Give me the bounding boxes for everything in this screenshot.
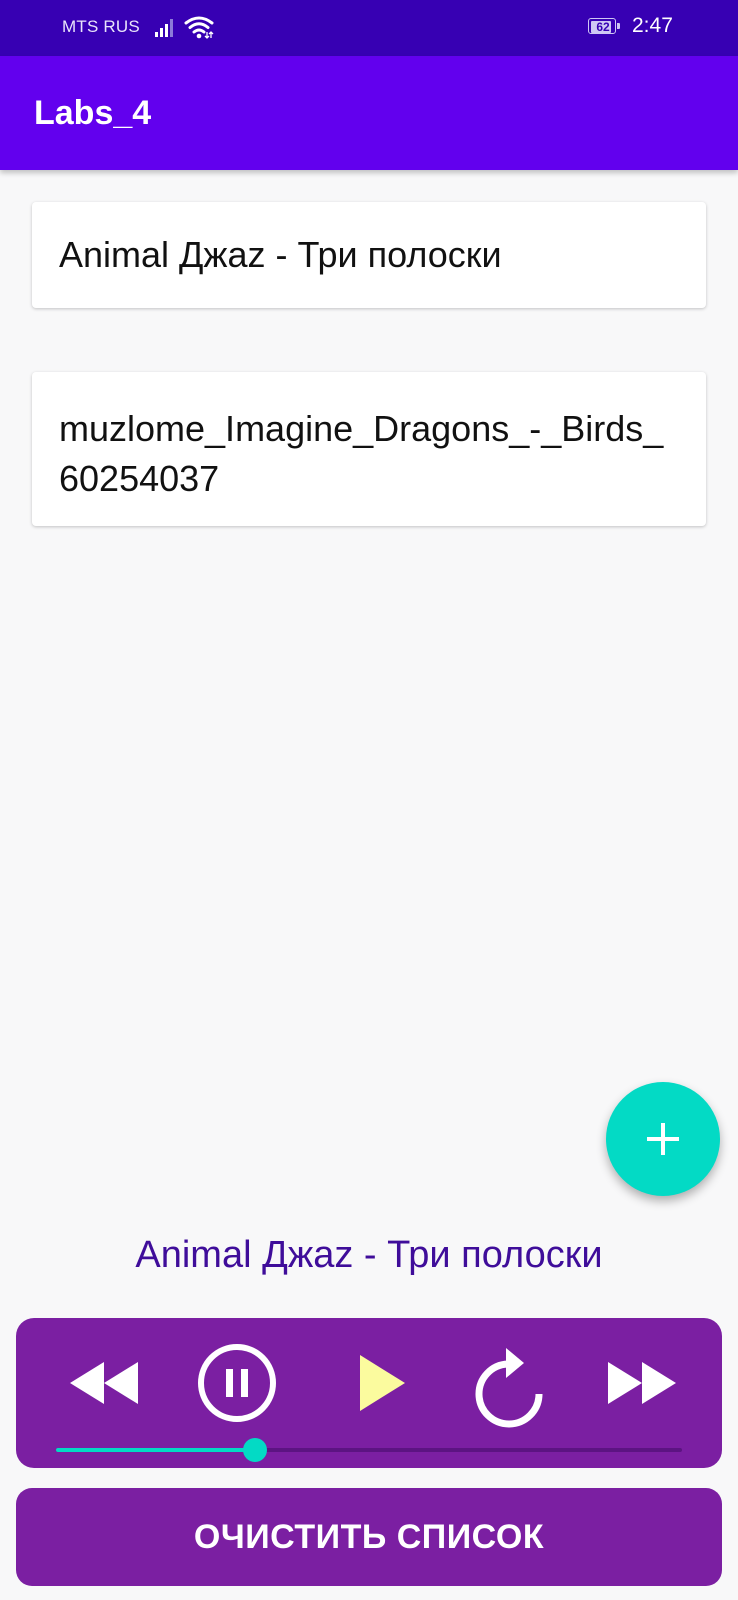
clear-list-button[interactable]: ОЧИСТИТЬ СПИСОК	[16, 1488, 722, 1586]
track-list-item[interactable]: muzlome_Imagine_Dragons_-_Birds_60254037	[32, 372, 706, 526]
track-list-item[interactable]: Animal Джаz - Три полоски	[32, 202, 706, 308]
status-bar: MTS RUS 62 2:47	[0, 0, 738, 56]
seek-thumb[interactable]	[243, 1438, 267, 1462]
rewind-icon	[70, 1362, 138, 1404]
fast-forward-icon	[608, 1362, 676, 1404]
replay-icon	[475, 1348, 543, 1428]
now-playing-title: Animal Джаz - Три полоски	[135, 1234, 603, 1276]
fast-forward-button[interactable]	[596, 1338, 686, 1428]
seek-bar[interactable]	[56, 1438, 682, 1462]
rewind-button[interactable]	[60, 1338, 150, 1428]
plus-icon	[647, 1123, 679, 1155]
replay-button[interactable]	[464, 1338, 554, 1428]
status-time: 2:47	[632, 14, 673, 37]
app-title: Labs_4	[34, 94, 152, 132]
add-track-button[interactable]	[606, 1082, 720, 1196]
battery-level: 62	[596, 20, 610, 34]
battery-icon: 62	[588, 18, 622, 36]
carrier-name: MTS RUS	[62, 17, 140, 36]
signal-icon	[155, 19, 173, 37]
wifi-icon	[184, 16, 214, 39]
play-button[interactable]	[331, 1338, 421, 1428]
track-title: Animal Джаz - Три полоски	[59, 234, 502, 275]
seek-progress	[56, 1448, 255, 1452]
track-title: muzlome_Imagine_Dragons_-_Birds_60254037	[59, 408, 664, 499]
play-icon	[360, 1355, 405, 1411]
pause-button[interactable]	[192, 1338, 282, 1428]
pause-circle-icon	[198, 1344, 276, 1422]
app-bar: Labs_4	[0, 56, 738, 170]
player-controls	[16, 1318, 722, 1468]
